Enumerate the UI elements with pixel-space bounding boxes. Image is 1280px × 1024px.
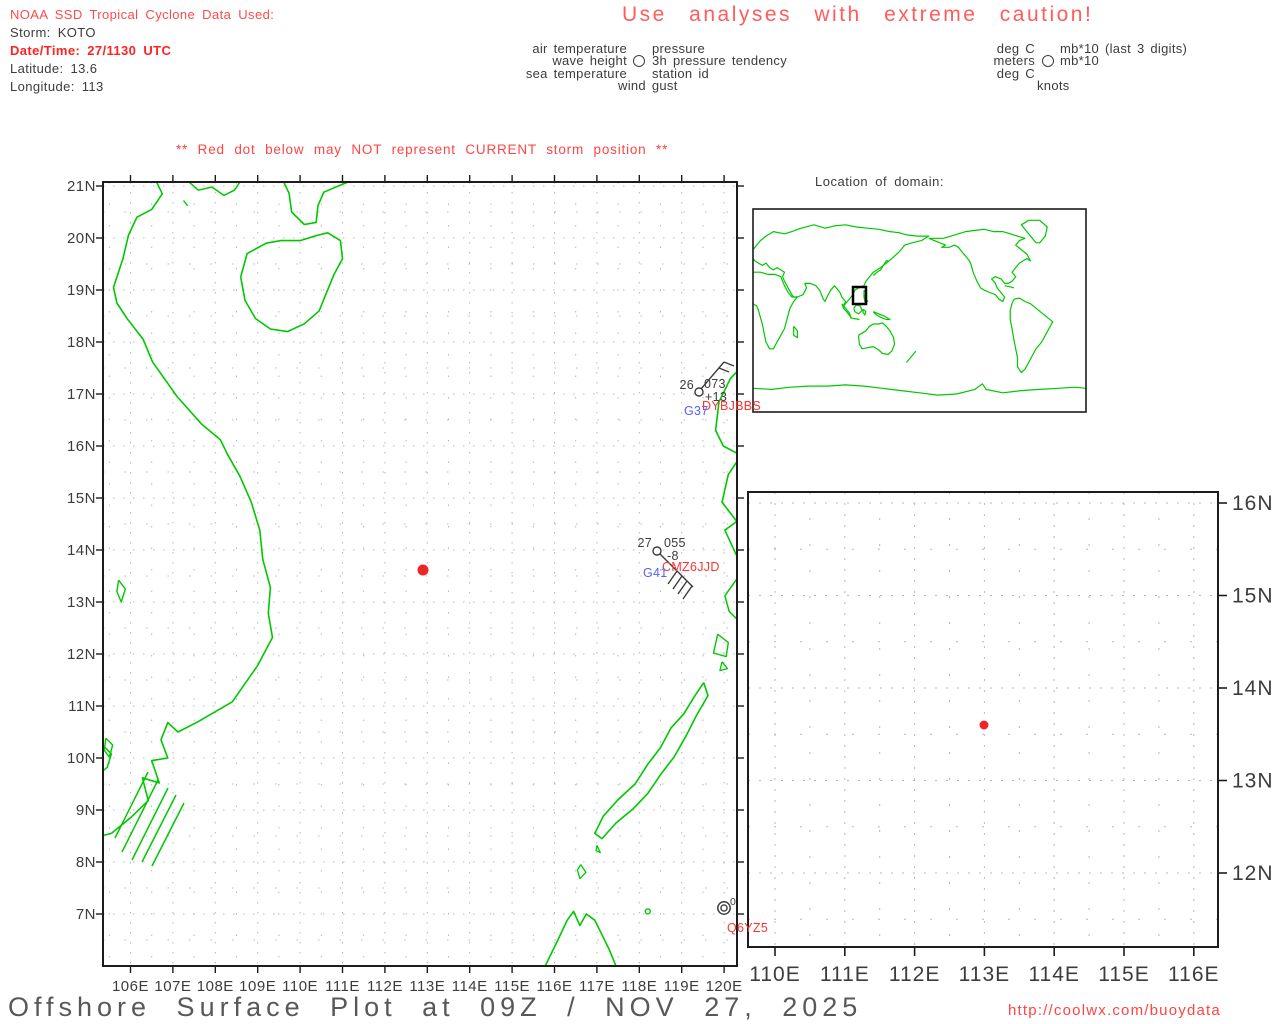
world-coastline <box>793 325 799 339</box>
zoom-lon-axis-label: 115E <box>1098 963 1150 986</box>
station-gust: G37 <box>684 404 709 418</box>
world-coastline <box>1009 297 1054 374</box>
station-air-temp: 27 <box>637 536 652 550</box>
lat-axis-label: 18N <box>67 334 96 351</box>
legend-unit-tendency: mb*10 <box>1060 53 1100 68</box>
station-gust: G41 <box>643 566 668 580</box>
world-coastline <box>862 308 867 316</box>
islet <box>576 864 587 880</box>
world-coastline <box>928 228 1032 303</box>
lat-axis-label: 7N <box>76 906 96 923</box>
data-source-line: NOAA SSD Tropical Cyclone Data Used: <box>10 7 275 22</box>
islet <box>182 200 189 207</box>
palawan-island <box>593 682 709 840</box>
storm-longitude-line: Longitude: 113 <box>10 79 104 94</box>
lat-axis-label: 16N <box>67 438 96 455</box>
zoom-lat-axis-label: 12N <box>1232 862 1274 885</box>
zoom-lon-axis-label: 114E <box>1028 963 1080 986</box>
world-coastline <box>753 224 930 307</box>
leizhou-peninsula <box>282 182 351 226</box>
lat-axis-label: 21N <box>67 178 96 195</box>
islet <box>595 845 601 854</box>
vietnam-coastline <box>103 182 274 837</box>
lat-axis-label: 11N <box>68 698 96 715</box>
world-coastline <box>857 322 896 356</box>
zoom-lat-axis-label: 13N <box>1232 770 1274 793</box>
lat-axis-label: 17N <box>67 386 96 403</box>
station-pressure: 055 <box>664 536 686 550</box>
lat-axis-label: 13N <box>67 594 96 611</box>
world-coastline <box>853 304 863 315</box>
lake-outline <box>116 579 127 603</box>
buoy-plot-page: 21N 20N 19N 18N 17N 16N 15N 14N 13N 12N 11N 10N 9N 8N… <box>0 0 1280 1024</box>
islet <box>719 661 729 672</box>
station-calm-value: 0 <box>730 896 736 908</box>
zoom-lon-axis-label: 111E <box>820 963 870 986</box>
legend-sea-temperature: sea temperature <box>525 66 627 81</box>
legend-unit-sea: deg C <box>996 66 1035 81</box>
world-coastline <box>753 271 799 350</box>
source-url: http://coolwx.com/buoydata <box>1008 1002 1221 1019</box>
busuanga-island <box>712 633 729 658</box>
storm-dot-warning: ** Red dot below may NOT represent CURRE… <box>176 142 669 157</box>
world-coastline <box>906 350 917 363</box>
storm-datetime-line: Date/Time: 27/1130 UTC <box>10 43 172 58</box>
station-pressure: 073 <box>704 377 726 391</box>
caution-banner: Use analyses with extreme caution! <box>622 3 1094 26</box>
world-coastline <box>872 311 891 321</box>
legend-unit-gust: knots <box>1037 78 1070 93</box>
world-coastline <box>1004 285 1015 289</box>
station-air-temp: 26 <box>679 378 694 392</box>
world-coastline <box>1020 219 1048 244</box>
lat-axis-label: 19N <box>67 282 96 299</box>
station-model-circle-units-icon <box>1042 55 1054 67</box>
main-map: 21N 20N 19N 18N 17N 16N 15N 14N 13N 12N 11N 10N 9N 8N… <box>67 175 744 995</box>
zoom-inset-map: 110E 111E 112E 113E 114E 115E 116E 16N 15N 14N 13N… <box>747 491 1274 986</box>
zoom-lon-axis-label: 113E <box>959 963 1011 986</box>
storm-latitude-line: Latitude: 13.6 <box>10 61 98 76</box>
world-inset-border <box>752 208 1087 413</box>
station-calm-circle <box>717 901 731 915</box>
station-model-circle-icon <box>633 55 645 67</box>
storm-position-dot <box>417 564 429 576</box>
zoom-inset-border <box>747 491 1219 948</box>
zoom-lat-axis-label: 15N <box>1232 585 1274 608</box>
world-coastline <box>841 303 852 318</box>
world-coastline <box>849 317 860 321</box>
zoom-lon-axis-label: 112E <box>889 963 941 986</box>
zoom-lon-axis-label: 110E <box>749 963 801 986</box>
station-circle <box>694 387 704 397</box>
lat-axis-label: 12N <box>67 646 96 663</box>
storm-position-dot-zoom <box>979 720 989 730</box>
lat-axis-label: 15N <box>67 490 96 507</box>
domain-inset-title: Location of domain: <box>815 174 944 189</box>
borneo-coastline <box>544 910 617 966</box>
lat-axis-label: 14N <box>67 542 96 559</box>
domain-location-inset <box>752 208 1087 413</box>
islet <box>644 908 651 915</box>
station-circle <box>652 546 662 556</box>
station-id: Q6YZ5 <box>727 921 768 935</box>
station-id: CMZ6JJD <box>662 560 720 574</box>
legend-station-id: station id <box>652 66 710 81</box>
lat-axis-label: 10N <box>67 750 96 767</box>
plot-title: Offshore Surface Plot at 09Z / NOV 27, 2… <box>8 992 863 1022</box>
storm-name-line: Storm: KOTO <box>10 25 96 40</box>
hainan-island <box>239 232 344 333</box>
zoom-lat-axis-label: 14N <box>1232 677 1274 700</box>
lat-axis-label: 9N <box>76 802 96 819</box>
station-id: DYBJBBS <box>702 399 761 413</box>
zoom-lat-axis-label: 16N <box>1232 492 1274 515</box>
lat-axis-label: 8N <box>76 854 96 871</box>
world-coastline <box>753 383 1086 396</box>
zoom-lon-axis-label: 116E <box>1168 963 1220 986</box>
lat-axis-label: 20N <box>67 230 96 247</box>
